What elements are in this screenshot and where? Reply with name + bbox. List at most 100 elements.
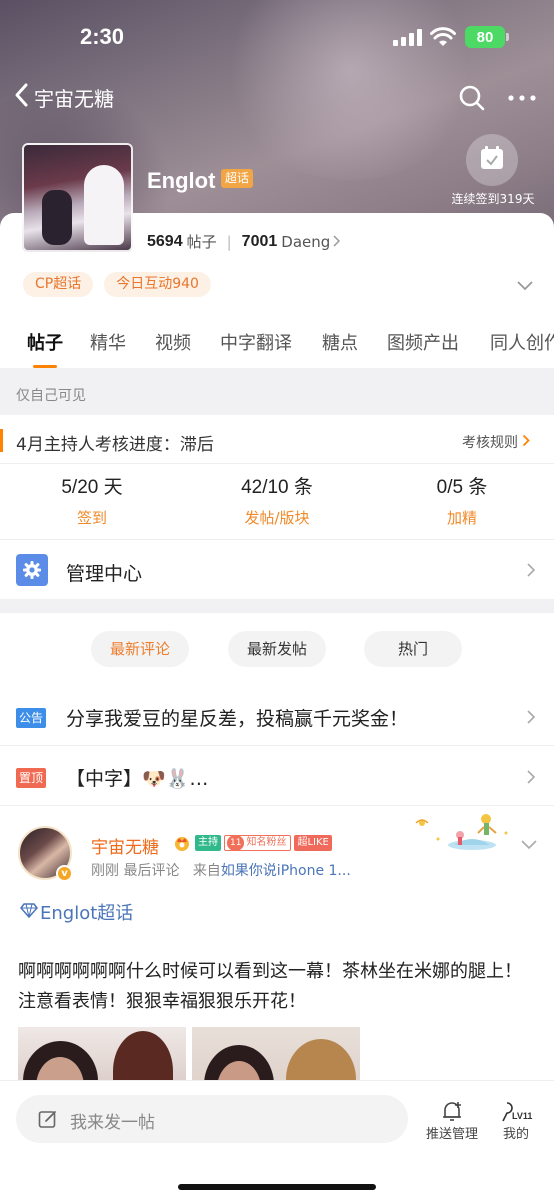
level-text: LV11 bbox=[512, 1111, 532, 1121]
battery-icon: 80 bbox=[465, 26, 509, 48]
posts-label: 帖子 bbox=[186, 233, 217, 251]
fan-level: 11 bbox=[227, 835, 245, 851]
posts-count: 5694 bbox=[147, 232, 183, 250]
push-management-button[interactable]: 推送管理 bbox=[417, 1099, 487, 1142]
verified-icon: v bbox=[56, 865, 73, 882]
topic-cover-image[interactable] bbox=[22, 143, 133, 252]
pinned-badge: 置顶 bbox=[16, 768, 47, 788]
back-button[interactable]: 宇宙无糖 bbox=[12, 82, 114, 112]
battery-level: 80 bbox=[476, 28, 494, 46]
notice-text: 分享我爱豆的星反差，投稿赢千元奖金！ bbox=[66, 708, 409, 730]
sort-latest-post[interactable]: 最新发帖 bbox=[228, 631, 326, 667]
metric-value: 42/10 条 bbox=[241, 477, 313, 498]
tab-sugar-points[interactable]: 糖点 bbox=[322, 329, 358, 355]
checkin-streak: 连续签到319天 bbox=[451, 192, 535, 206]
sort-latest-comment[interactable]: 最新评论 bbox=[91, 631, 189, 667]
section-accent-bar bbox=[0, 429, 3, 452]
compose-post-input[interactable]: 我来发一帖 bbox=[16, 1095, 408, 1143]
cover-figure bbox=[42, 190, 72, 245]
nav-title: 宇宙无糖 bbox=[34, 86, 114, 111]
tab-posts[interactable]: 帖子 bbox=[27, 329, 63, 355]
chevron-right-icon bbox=[526, 709, 536, 729]
fan-badge: 11 知名粉丝 bbox=[224, 835, 292, 851]
diamond-icon bbox=[20, 902, 38, 923]
review-rules-link[interactable]: 考核规则 bbox=[462, 432, 530, 452]
level-icon: LV11 bbox=[481, 1099, 551, 1123]
image-figure bbox=[286, 1039, 356, 1083]
tab-media-output[interactable]: 图频产出 bbox=[387, 329, 459, 355]
host-review-title: 4月主持人考核进度：滞后 bbox=[16, 435, 214, 455]
mine-button[interactable]: LV11 我的 bbox=[481, 1099, 551, 1142]
chevron-right-icon bbox=[332, 233, 341, 251]
more-icon[interactable] bbox=[506, 84, 538, 116]
post-meta: 刚刚 最后评论 来自如果你说iPhone 1... bbox=[91, 860, 351, 880]
chevron-right-icon bbox=[522, 434, 530, 451]
chevron-down-icon[interactable] bbox=[516, 276, 534, 295]
visibility-note: 仅自己可见 bbox=[16, 388, 86, 404]
topic-tabs: 帖子 精华 视频 中字翻译 糖点 图频产出 同人创作 bbox=[0, 329, 554, 369]
sort-hot[interactable]: 热门 bbox=[364, 631, 462, 667]
topic-stats[interactable]: 5694 帖子 | 7001 Daeng bbox=[147, 231, 341, 252]
metric-label: 发帖/版块 bbox=[244, 509, 310, 527]
metric-posts[interactable]: 42/10 条 发帖/版块 bbox=[202, 472, 352, 528]
divider bbox=[0, 539, 554, 540]
chevron-down-icon[interactable] bbox=[520, 835, 538, 854]
metric-checkin[interactable]: 5/20 天 签到 bbox=[17, 472, 167, 528]
search-icon[interactable] bbox=[458, 84, 486, 116]
notice-text: 【中字】🐶🐰… bbox=[66, 768, 209, 790]
metric-featured[interactable]: 0/5 条 加精 bbox=[387, 472, 537, 528]
chevron-right-icon bbox=[526, 769, 536, 789]
post-text[interactable]: 啊啊啊啊啊啊什么时候可以看到这一幕！茶林坐在米娜的腿上！注意看表情！狠狠幸福狠狠… bbox=[18, 957, 538, 1017]
push-management-label: 推送管理 bbox=[425, 1127, 478, 1142]
notice-announcement[interactable]: 公告 分享我爱豆的星反差，投稿赢千元奖金！ bbox=[0, 688, 554, 746]
notice-pinned[interactable]: 置顶 【中字】🐶🐰… bbox=[0, 748, 554, 806]
members-count: 7001 bbox=[241, 232, 278, 250]
divider bbox=[0, 463, 554, 464]
post-source: 如果你说iPhone 1... bbox=[220, 863, 351, 879]
metric-label: 签到 bbox=[76, 509, 107, 527]
post-image[interactable] bbox=[192, 1027, 360, 1083]
post-username[interactable]: 宇宙无糖 bbox=[91, 833, 159, 858]
host-badge: 主持 bbox=[195, 835, 221, 851]
active-tab-indicator bbox=[33, 365, 57, 368]
post-action: 最后评论 bbox=[123, 863, 180, 879]
tag-cp[interactable]: CP超话 bbox=[23, 272, 94, 297]
crown-icon bbox=[172, 834, 192, 852]
post-topic-label: Englot超话 bbox=[40, 903, 134, 924]
metric-value: 0/5 条 bbox=[436, 477, 488, 498]
management-center-link[interactable]: 管理中心 bbox=[66, 559, 142, 586]
status-bar: 2:30 80 bbox=[0, 22, 554, 54]
status-time: 2:30 bbox=[80, 24, 125, 49]
little-prince-decoration-icon bbox=[414, 809, 514, 855]
bottom-bar: 我来发一帖 推送管理 LV11 我的 bbox=[0, 1080, 554, 1200]
wifi-icon bbox=[430, 27, 456, 51]
tab-videos[interactable]: 视频 bbox=[155, 329, 191, 355]
bell-plus-icon bbox=[417, 1099, 487, 1123]
home-indicator bbox=[178, 1184, 376, 1190]
topic-name: Englot bbox=[147, 168, 216, 193]
post-topic-link[interactable]: Englot超话 bbox=[20, 899, 133, 925]
tab-featured[interactable]: 精华 bbox=[90, 329, 126, 355]
post-time: 刚刚 bbox=[91, 863, 119, 879]
tab-fan-creations[interactable]: 同人创作 bbox=[490, 329, 554, 355]
tab-chinese-subs[interactable]: 中字翻译 bbox=[220, 329, 292, 355]
super-like-badge: 超LIKE bbox=[294, 835, 332, 851]
fan-badge-label: 知名粉丝 bbox=[246, 837, 287, 848]
checkin-button[interactable] bbox=[466, 134, 518, 186]
chevron-left-icon bbox=[12, 82, 32, 112]
topic-tags: CP超话 今日互动940 bbox=[23, 272, 211, 297]
metric-label: 加精 bbox=[446, 509, 477, 527]
gear-icon bbox=[16, 554, 48, 586]
announcement-badge: 公告 bbox=[16, 708, 47, 728]
image-figure bbox=[113, 1031, 173, 1083]
navigation-bar: 宇宙无糖 bbox=[0, 80, 554, 116]
user-badges: 主持 11 知名粉丝 超LIKE bbox=[172, 834, 332, 852]
post-image[interactable] bbox=[18, 1027, 186, 1083]
cover-figure bbox=[84, 165, 124, 245]
super-topic-badge: 超话 bbox=[221, 169, 254, 188]
metric-value: 5/20 天 bbox=[61, 477, 123, 498]
stats-separator: | bbox=[226, 232, 232, 251]
chevron-right-icon bbox=[526, 562, 536, 582]
review-rules-label: 考核规则 bbox=[462, 435, 518, 451]
tag-interaction[interactable]: 今日互动940 bbox=[104, 272, 211, 297]
